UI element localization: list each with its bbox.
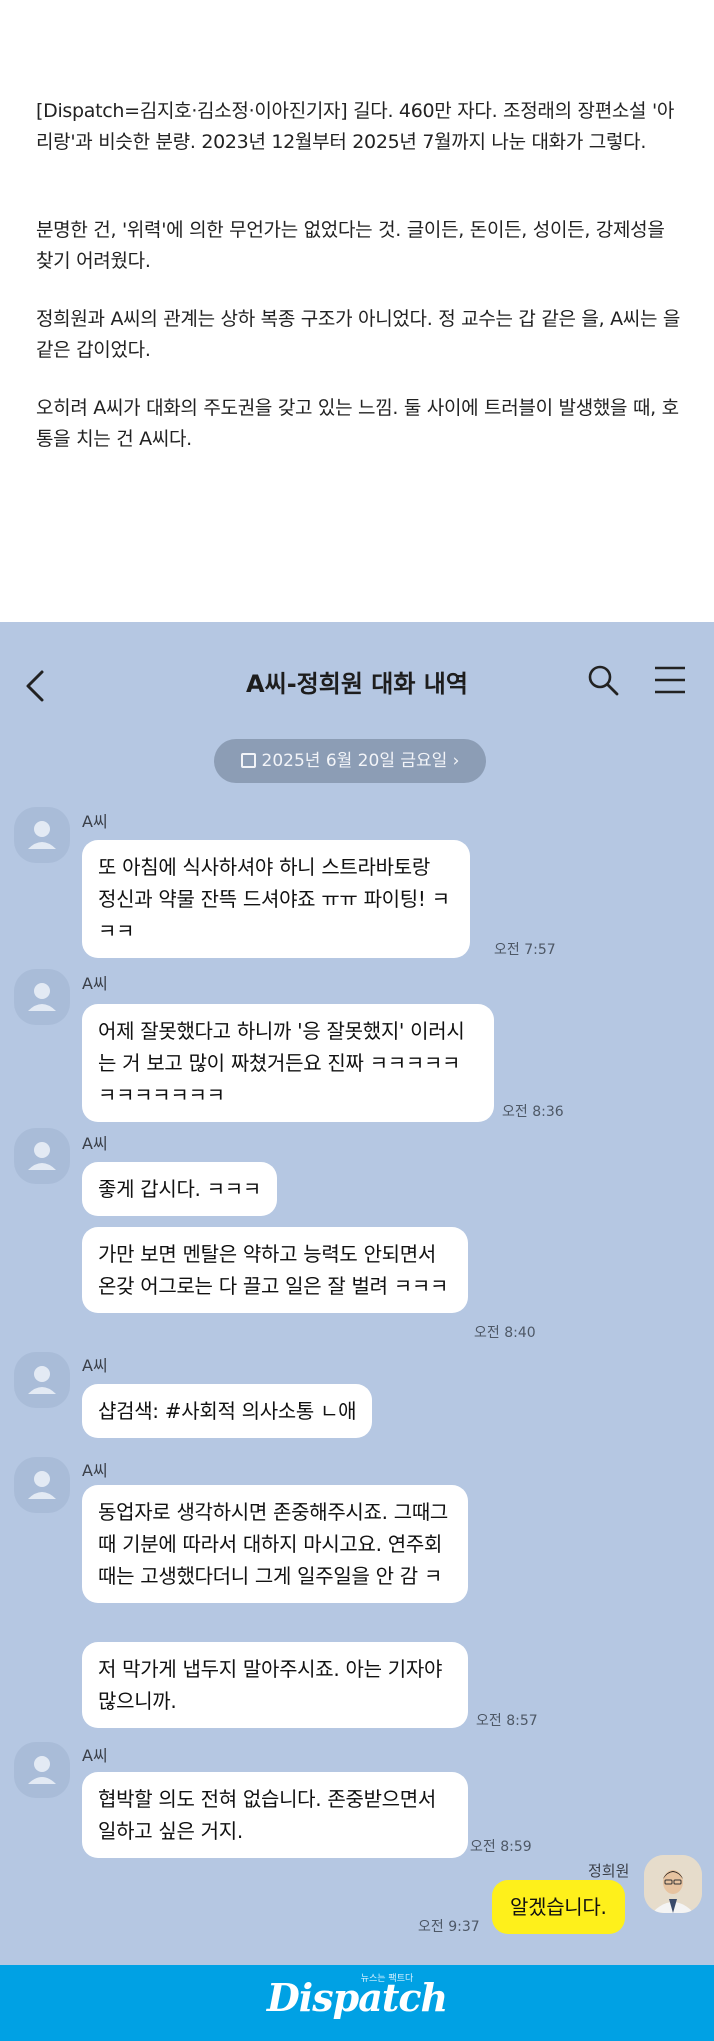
message-bubble[interactable]: 좋게 갑시다. ㅋㅋㅋ — [82, 1162, 277, 1216]
message-bubble[interactable]: 가만 보면 멘탈은 약하고 능력도 안되면서 온갖 어그로는 다 끌고 일은 잘… — [82, 1227, 468, 1313]
sender-name: A씨 — [82, 1356, 108, 1375]
avatar[interactable] — [14, 969, 70, 1025]
my-name: 정희원 — [588, 1862, 630, 1880]
sender-name: A씨 — [82, 1461, 108, 1480]
article-paragraph: 분명한 건, '위력'에 의한 무언가는 없었다는 것. 글이든, 돈이든, 성… — [36, 219, 665, 272]
message-time: 오전 8:59 — [470, 1839, 532, 1855]
menu-icon[interactable] — [652, 664, 688, 696]
message-time: 오전 8:40 — [474, 1325, 536, 1341]
date-label: 2025년 6월 20일 금요일 › — [261, 751, 460, 771]
chat-screenshot: A씨-정희원 대화 내역 2025년 6월 20일 금요일 › A씨 또 아침에… — [0, 622, 714, 1965]
message-bubble[interactable]: 협박할 의도 전혀 없습니다. 존중받으면서 일하고 싶은 거지. — [82, 1772, 468, 1858]
message-bubble[interactable]: 또 아침에 식사하셔야 하니 스트라바토랑 정신과 약물 잔뜩 드셔야죠 ㅠㅠ … — [82, 840, 470, 958]
avatar[interactable] — [14, 807, 70, 863]
message-time: 오전 9:37 — [418, 1919, 480, 1935]
avatar[interactable] — [14, 1128, 70, 1184]
message-bubble[interactable]: 샵검색: #사회적 의사소통 ㄴ애 — [82, 1384, 373, 1438]
search-icon[interactable] — [585, 662, 621, 698]
avatar[interactable] — [14, 1742, 70, 1798]
my-message-bubble[interactable]: 알겠습니다. — [492, 1880, 625, 1934]
message-bubble[interactable]: 저 막가게 냅두지 말아주시죠. 아는 기자야 많으니까. — [82, 1642, 468, 1728]
article-paragraph: 정희원과 A씨의 관계는 상하 복종 구조가 아니었다. 정 교수는 갑 같은 … — [36, 308, 681, 361]
message-bubble[interactable]: 동업자로 생각하시면 존중해주시죠. 그때그때 기분에 따라서 대하지 마시고요… — [82, 1485, 468, 1603]
message-time: 오전 7:57 — [494, 942, 556, 958]
article-paragraph: 오히려 A씨가 대화의 주도권을 갖고 있는 느낌. 둘 사이에 트러블이 발생… — [36, 397, 679, 450]
message-time: 오전 8:57 — [476, 1713, 538, 1729]
my-avatar[interactable] — [644, 1855, 702, 1913]
calendar-icon — [240, 753, 256, 768]
footer-banner: 뉴스는 팩트다 Dispatch — [0, 1965, 714, 2041]
sender-name: A씨 — [82, 974, 108, 993]
article-body: [Dispatch=김지호·김소정·이아진기자] 길다. 460만 자다. 조정… — [0, 0, 714, 622]
date-divider[interactable]: 2025년 6월 20일 금요일 › — [214, 739, 486, 783]
message-bubble[interactable]: 어제 잘못했다고 하니까 '응 잘못했지' 이러시는 거 보고 많이 짜쳤거든요… — [82, 1004, 494, 1122]
dispatch-logo[interactable]: Dispatch — [0, 1975, 714, 2020]
article-paragraph: [Dispatch=김지호·김소정·이아진기자] 길다. 460만 자다. 조정… — [36, 100, 675, 153]
avatar[interactable] — [14, 1457, 70, 1513]
sender-name: A씨 — [82, 1134, 108, 1153]
sender-name: A씨 — [82, 812, 108, 831]
avatar[interactable] — [14, 1352, 70, 1408]
message-time: 오전 8:36 — [502, 1104, 564, 1120]
sender-name: A씨 — [82, 1746, 108, 1765]
